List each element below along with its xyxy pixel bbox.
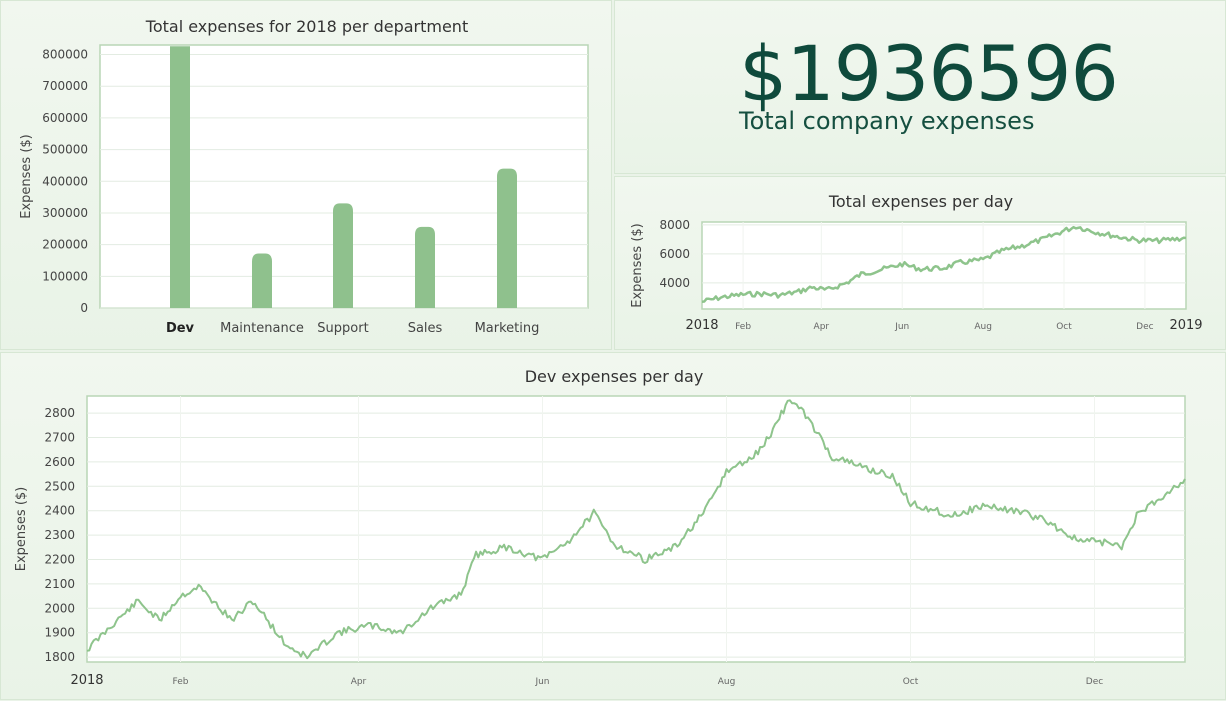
y-tick-label: 4000 — [659, 276, 690, 290]
y-tick-label: 2200 — [44, 553, 75, 567]
y-tick-label: 1800 — [44, 650, 75, 664]
y-tick-label: 400000 — [42, 174, 88, 188]
x-tick-label: Marketing — [475, 321, 540, 336]
y-tick-label: 600000 — [42, 111, 88, 125]
bar-support — [333, 203, 353, 308]
total-expenses-value: $1936596 — [739, 29, 1119, 118]
chart-title: Total expenses for 2018 per department — [145, 17, 468, 36]
total-expenses-label: Total company expenses — [739, 107, 1035, 135]
bar-maintenance — [252, 253, 272, 308]
x-tick-label: Dev — [166, 321, 195, 336]
x-tick-label: 2018 — [70, 673, 103, 688]
x-tick-label: Feb — [173, 677, 189, 687]
y-tick-label: 700000 — [42, 79, 88, 93]
bar-dev — [170, 46, 190, 309]
y-tick-label: 500000 — [42, 143, 88, 157]
y-tick-label: 800000 — [42, 48, 88, 62]
y-tick-label: 2600 — [44, 455, 75, 469]
y-tick-label: 6000 — [659, 247, 690, 261]
x-tick-label: Support — [317, 321, 368, 336]
total-expenses-panel: $1936596 Total company expenses — [614, 0, 1226, 174]
y-tick-label: 300000 — [42, 206, 88, 220]
department-bar-chart: 0 100000 200000 300000 400000 500000 600000 700… — [19, 17, 589, 336]
y-tick-label: 8000 — [659, 218, 690, 232]
x-tick-label: Apr — [351, 677, 367, 687]
x-tick-label: Aug — [718, 677, 736, 687]
y-tick-label: 2400 — [44, 504, 75, 518]
x-tick-label: 2019 — [1169, 318, 1202, 333]
y-tick-label: 2100 — [44, 577, 75, 591]
x-tick-label: Maintenance — [220, 321, 304, 336]
bar-sales — [415, 226, 435, 308]
x-tick-label: Jun — [894, 322, 909, 332]
y-tick-label: 0 — [80, 301, 88, 315]
y-axis-label: Expenses ($) — [14, 487, 29, 572]
y-tick-label: 2800 — [44, 406, 75, 420]
x-tick-label: Jun — [534, 677, 549, 687]
x-tick-label: 2018 — [685, 318, 718, 333]
x-tick-label: Feb — [735, 322, 751, 332]
y-tick-label: 2500 — [44, 479, 75, 493]
bar-marketing — [497, 168, 517, 308]
chart-title: Dev expenses per day — [525, 367, 704, 386]
y-tick-label: 100000 — [42, 269, 88, 283]
x-tick-label: Aug — [974, 322, 992, 332]
department-bar-chart-panel: 0 100000 200000 300000 400000 500000 600000 700… — [0, 0, 612, 350]
x-tick-label: Oct — [903, 677, 919, 687]
total-per-day-chart: 4000 6000 8000 2018 Feb Apr Jun Aug Oct Dec 2019 To… — [630, 192, 1203, 333]
y-tick-label: 200000 — [42, 238, 88, 252]
dev-per-day-chart-panel: 1800 1900 2000 2100 2200 2300 2400 2500 2600 2700… — [0, 352, 1226, 700]
y-axis-label: Expenses ($) — [19, 134, 34, 219]
x-tick-label: Oct — [1056, 322, 1072, 332]
y-tick-label: 2300 — [44, 528, 75, 542]
y-tick-label: 1900 — [44, 626, 75, 640]
chart-title: Total expenses per day — [828, 192, 1013, 211]
plot-area — [86, 395, 1186, 663]
dev-per-day-chart: 1800 1900 2000 2100 2200 2300 2400 2500 2600 2700… — [14, 367, 1186, 688]
y-tick-label: 2000 — [44, 601, 75, 615]
x-tick-label: Sales — [408, 321, 443, 336]
y-axis-label: Expenses ($) — [630, 223, 645, 308]
total-per-day-chart-panel: 4000 6000 8000 2018 Feb Apr Jun Aug Oct Dec 2019 To… — [614, 176, 1226, 350]
x-tick-label: Apr — [814, 322, 830, 332]
x-tick-label: Dec — [1136, 322, 1153, 332]
y-tick-label: 2700 — [44, 430, 75, 444]
x-tick-label: Dec — [1086, 677, 1103, 687]
